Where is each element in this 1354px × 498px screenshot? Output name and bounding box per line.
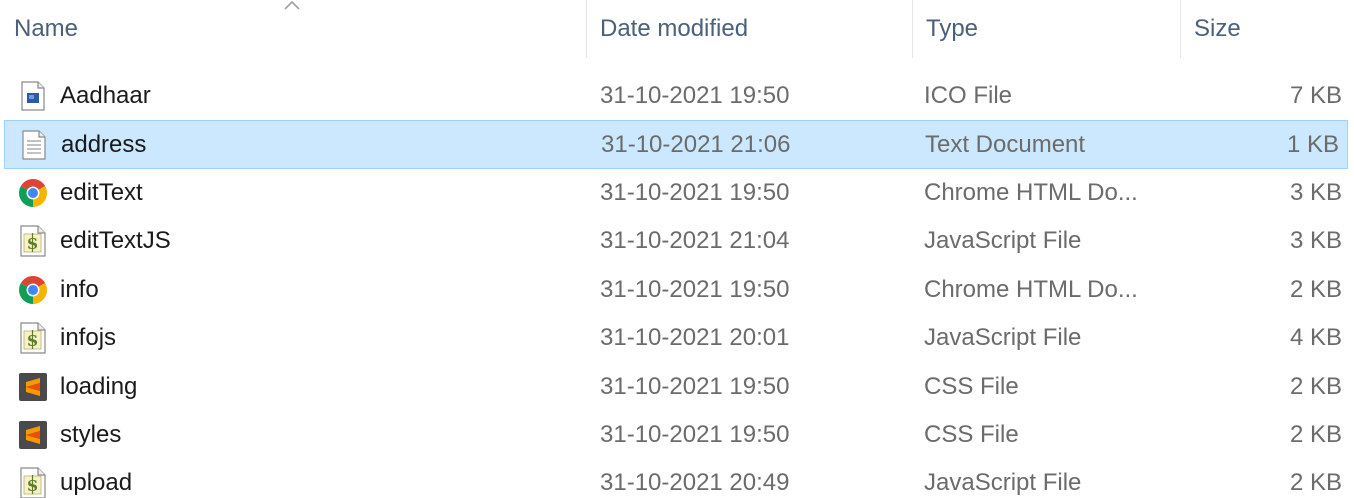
file-type: JavaScript File: [924, 227, 1082, 255]
sublime-css-icon: [16, 370, 50, 404]
sort-ascending-icon: [282, 0, 302, 12]
file-date-modified: 31-10-2021 20:49: [600, 469, 790, 497]
column-header-date-label: Date modified: [600, 15, 749, 42]
file-name: editTextJS: [60, 227, 171, 255]
column-header-date-modified[interactable]: Date modified: [586, 0, 912, 58]
file-size: 2 KB: [1289, 372, 1342, 400]
file-list: Aadhaar 31-10-2021 19:50 ICO File 7 KB addre…: [0, 72, 1354, 498]
file-size: 1 KB: [1286, 130, 1339, 158]
file-size: 3 KB: [1289, 227, 1342, 255]
file-row[interactable]: styles 31-10-2021 19:50 CSS File 2 KB: [0, 411, 1354, 459]
file-size: 7 KB: [1289, 82, 1342, 110]
javascript-file-icon: S: [16, 466, 50, 498]
file-name: infojs: [60, 324, 117, 352]
file-row[interactable]: info 31-10-2021 19:50 Chrome HTML Do... 2 K…: [0, 266, 1354, 314]
file-name: address: [61, 130, 147, 158]
file-type: ICO File: [924, 82, 1013, 110]
file-size: 3 KB: [1289, 178, 1342, 206]
sublime-css-icon: [16, 418, 50, 452]
file-name: loading: [60, 372, 138, 400]
file-row[interactable]: Supload 31-10-2021 20:49 JavaScript File 2 …: [0, 459, 1354, 498]
ico-file-icon: [16, 79, 50, 113]
file-date-modified: 31-10-2021 19:50: [600, 372, 790, 400]
file-type: CSS File: [924, 372, 1019, 400]
file-row[interactable]: editText 31-10-2021 19:50 Chrome HTML Do..…: [0, 169, 1354, 217]
chrome-icon: [16, 176, 50, 210]
file-name: upload: [60, 469, 133, 497]
file-size: 2 KB: [1289, 420, 1342, 448]
file-date-modified: 31-10-2021 21:04: [600, 227, 790, 255]
file-type: JavaScript File: [924, 469, 1082, 497]
file-date-modified: 31-10-2021 21:06: [601, 130, 791, 158]
file-row[interactable]: address 31-10-2021 21:06 Text Document 1 KB: [4, 120, 1348, 169]
file-name: Aadhaar: [60, 82, 151, 110]
file-type: Text Document: [925, 130, 1086, 158]
file-name: styles: [60, 420, 122, 448]
file-name: info: [60, 275, 99, 303]
file-row[interactable]: SeditTextJS 31-10-2021 21:04 JavaScript Fi…: [0, 217, 1354, 265]
file-type: JavaScript File: [924, 324, 1082, 352]
file-row[interactable]: loading 31-10-2021 19:50 CSS File 2 KB: [0, 362, 1354, 410]
file-date-modified: 31-10-2021 19:50: [600, 82, 790, 110]
column-header-type[interactable]: Type: [912, 0, 1180, 58]
file-size: 4 KB: [1289, 324, 1342, 352]
file-type: Chrome HTML Do...: [924, 275, 1138, 303]
file-row[interactable]: Sinfojs 31-10-2021 20:01 JavaScript File 4 …: [0, 314, 1354, 362]
file-size: 2 KB: [1289, 469, 1342, 497]
javascript-file-icon: S: [16, 224, 50, 258]
file-name: editText: [60, 178, 143, 206]
file-date-modified: 31-10-2021 19:50: [600, 178, 790, 206]
file-date-modified: 31-10-2021 20:01: [600, 324, 790, 352]
file-explorer: Name Date modified Type Size Aadhaar 31-1…: [0, 0, 1354, 498]
column-header-size-label: Size: [1194, 15, 1241, 42]
chrome-icon: [16, 273, 50, 307]
file-type: Chrome HTML Do...: [924, 178, 1138, 206]
file-date-modified: 31-10-2021 19:50: [600, 275, 790, 303]
column-header-size[interactable]: Size: [1180, 0, 1354, 58]
file-row[interactable]: Aadhaar 31-10-2021 19:50 ICO File 7 KB: [0, 72, 1354, 120]
file-date-modified: 31-10-2021 19:50: [600, 420, 790, 448]
text-document-icon: [17, 128, 51, 162]
column-header-name-label: Name: [14, 15, 79, 42]
javascript-file-icon: S: [16, 321, 50, 355]
column-header-bar: Name Date modified Type Size: [0, 0, 1354, 58]
file-type: CSS File: [924, 420, 1019, 448]
file-size: 2 KB: [1289, 275, 1342, 303]
column-header-type-label: Type: [926, 15, 979, 42]
